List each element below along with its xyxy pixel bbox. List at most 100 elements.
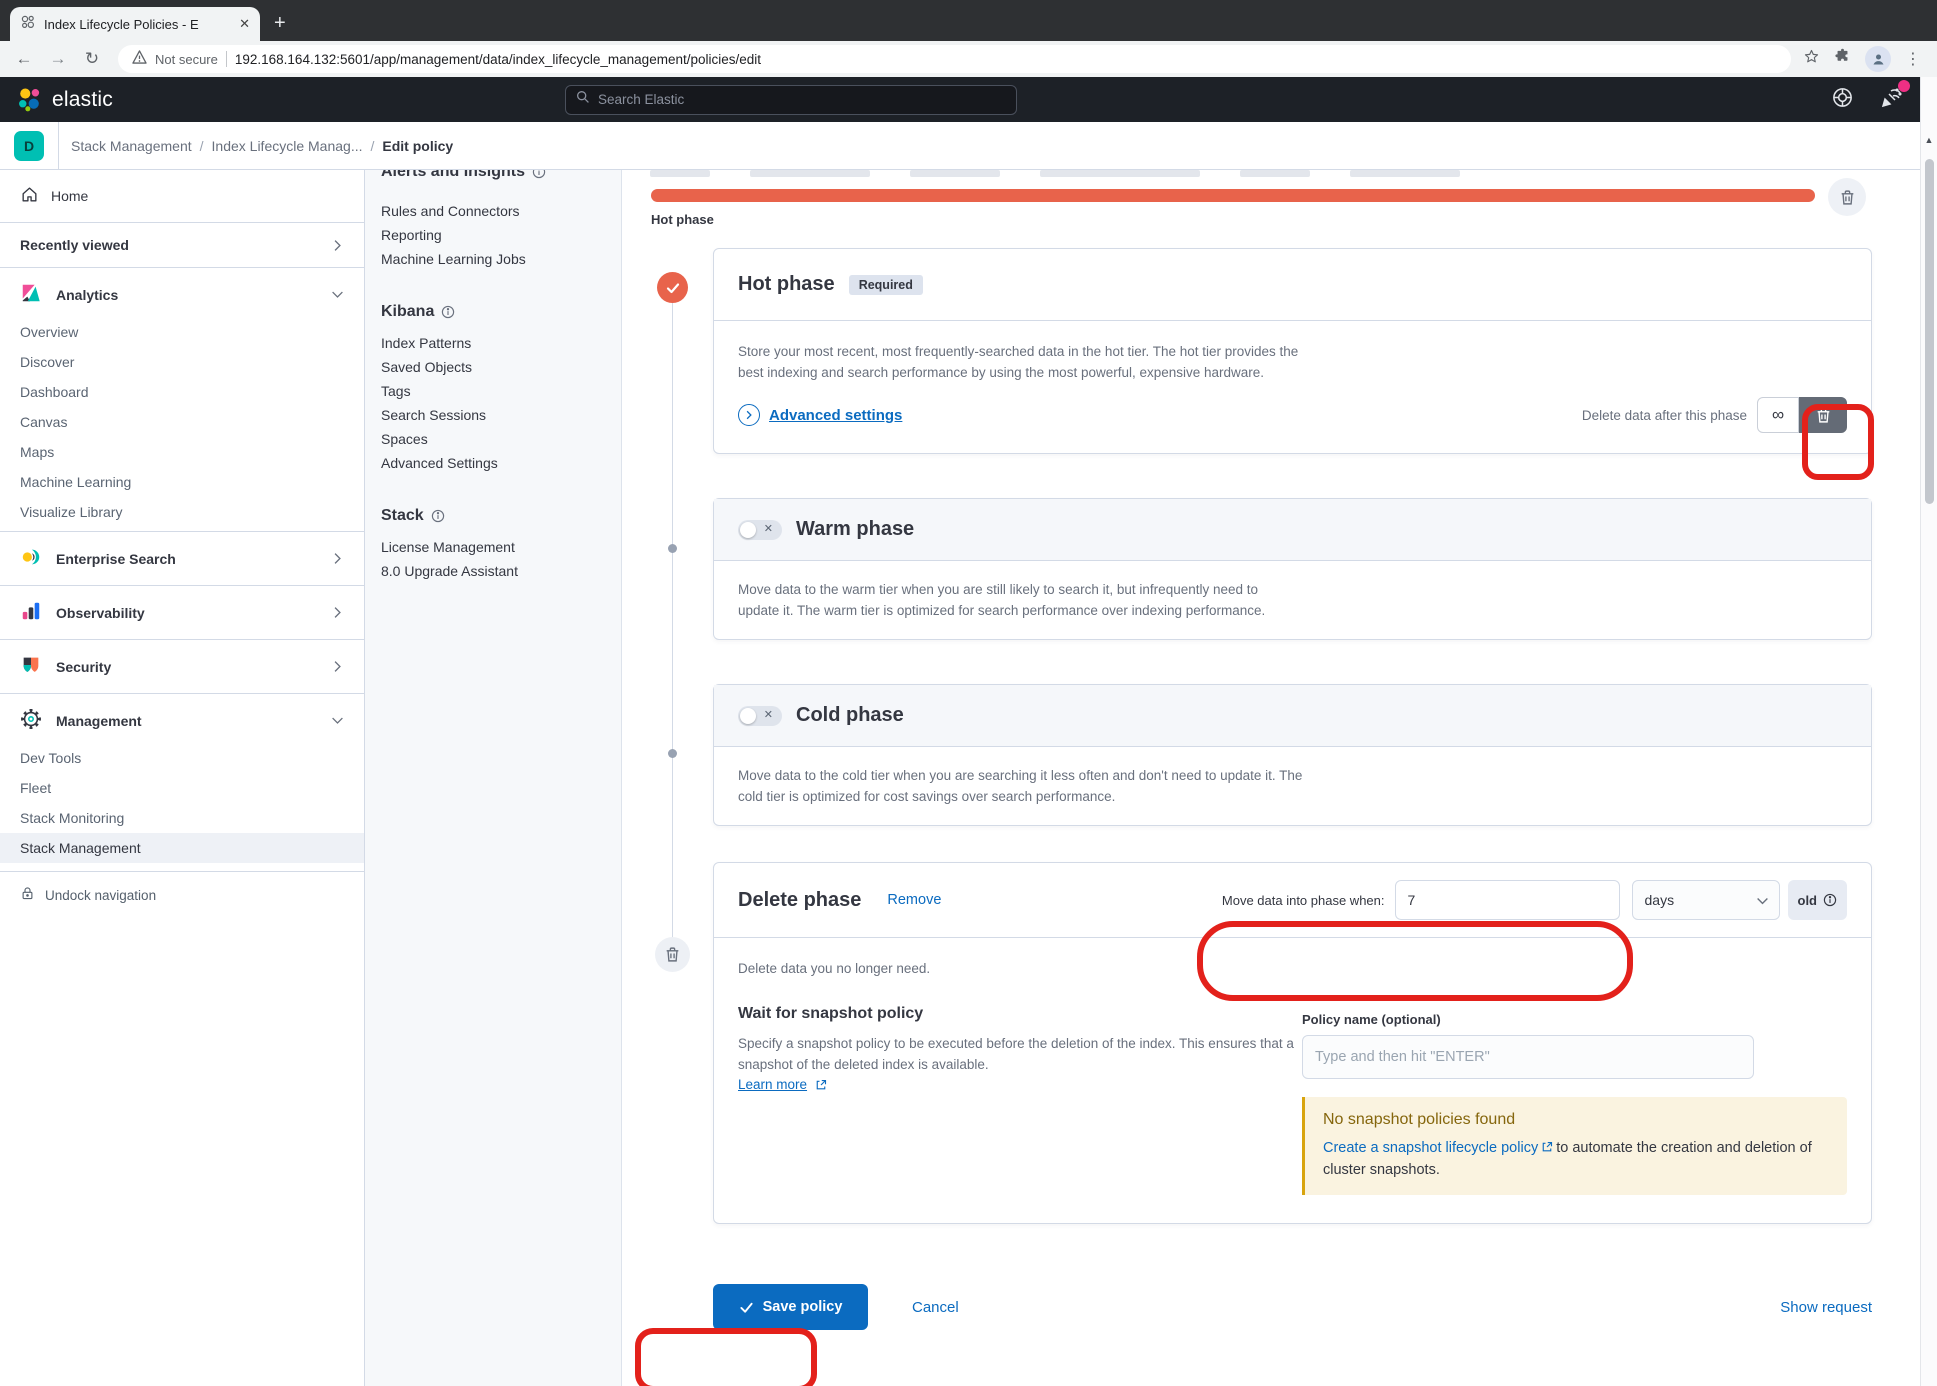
new-tab-button[interactable]: + [274,12,286,35]
undock-navigation[interactable]: Undock navigation [0,872,364,918]
browser-profile-avatar[interactable] [1865,46,1891,72]
hot-phase-check-marker [657,272,688,303]
callout-title: No snapshot policies found [1323,1111,1829,1129]
sidebar-group-analytics[interactable]: Analytics [0,272,364,317]
newsfeed-icon[interactable] [1880,85,1904,114]
scrollbar-thumb[interactable] [1925,159,1934,504]
subnav-item-rules-connectors[interactable]: Rules and Connectors [381,199,621,223]
cold-phase-title: Cold phase [796,704,904,727]
subnav-item-index-patterns[interactable]: Index Patterns [381,331,621,355]
cold-phase-toggle[interactable]: ✕ [738,706,782,726]
sidebar-recently-viewed[interactable]: Recently viewed [0,227,364,263]
warm-phase-toggle[interactable]: ✕ [738,520,782,540]
divider [58,122,59,169]
global-search[interactable] [565,85,1017,115]
snapshot-policy-name-input[interactable] [1302,1035,1754,1079]
forward-icon[interactable]: → [44,49,72,69]
sidebar-group-enterprise-search[interactable]: Enterprise Search [0,536,364,581]
delete-data-trash-button[interactable] [1799,397,1847,433]
sidebar-item-canvas[interactable]: Canvas [0,407,364,437]
subnav-item-license-management[interactable]: License Management [381,535,621,559]
sidebar-group-observability[interactable]: Observability [0,590,364,635]
sidebar-item-discover[interactable]: Discover [0,347,364,377]
learn-more-link[interactable]: Learn more [738,1077,830,1092]
extensions-puzzle-icon[interactable] [1834,48,1851,70]
subnav-item-reporting[interactable]: Reporting [381,223,621,247]
info-icon [441,305,455,319]
url-text: 192.168.164.132:5601/app/management/data… [235,52,761,67]
sidebar-group-management[interactable]: Management [0,698,364,743]
url-divider [226,51,227,67]
clipped-scrolled-content [650,170,1880,177]
sidebar-group-security[interactable]: Security [0,644,364,689]
breadcrumb: Stack Management / Index Lifecycle Manag… [71,138,453,154]
subnav-item-saved-objects[interactable]: Saved Objects [381,355,621,379]
sidebar-navigation: Home Recently viewed Analytic [0,170,365,1386]
not-secure-label: Not secure [155,52,218,67]
sidebar-item-stack-management[interactable]: Stack Management [0,833,364,863]
search-input[interactable] [598,92,1006,107]
sidebar-item-fleet[interactable]: Fleet [0,773,364,803]
reload-icon[interactable]: ↻ [78,49,106,69]
analytics-logo-icon [20,282,42,307]
no-snapshot-policies-callout: No snapshot policies found Create a snap… [1302,1097,1847,1195]
enterprise-search-logo-icon [20,546,42,571]
scrollbar-up-arrow[interactable]: ▲ [1921,135,1937,145]
subnav-item-upgrade-assistant[interactable]: 8.0 Upgrade Assistant [381,559,621,583]
home-icon [20,185,39,207]
tab-title: Index Lifecycle Policies - E [44,17,231,32]
warm-phase-card: ✕ Warm phase Move data to the warm tier … [713,498,1872,640]
bookmark-star-icon[interactable] [1803,48,1820,70]
sidebar-item-home[interactable]: Home [0,174,364,218]
tab-close-icon[interactable]: ✕ [239,16,250,32]
browser-tab[interactable]: Index Lifecycle Policies - E ✕ [10,7,260,41]
sidebar-item-overview[interactable]: Overview [0,317,364,347]
subnav-item-spaces[interactable]: Spaces [381,427,621,451]
hot-phase-card: Hot phase Required Store your most recen… [713,248,1872,454]
breadcrumb-ilm[interactable]: Index Lifecycle Manag... [212,138,363,154]
form-footer: Save policy Cancel Show request [713,1284,1872,1330]
subnav-item-ml-jobs[interactable]: Machine Learning Jobs [381,247,621,271]
sidebar-item-maps[interactable]: Maps [0,437,364,467]
hot-phase-title: Hot phase [738,273,835,296]
breadcrumb-stack-management[interactable]: Stack Management [71,138,192,154]
browser-tab-strip: Index Lifecycle Policies - E ✕ + [0,0,1937,41]
subnav-heading-alerts-insights: Alerts and Insights [381,170,621,183]
help-lifering-icon[interactable] [1831,86,1854,114]
create-snapshot-policy-link[interactable]: Create a snapshot lifecycle policy [1323,1140,1538,1156]
timing-unit-select[interactable]: days [1632,880,1780,920]
cold-phase-marker [668,749,677,758]
sidebar-item-stack-monitoring[interactable]: Stack Monitoring [0,803,364,833]
subnav-item-tags[interactable]: Tags [381,379,621,403]
advanced-settings-link[interactable]: Advanced settings [738,404,902,426]
save-policy-button[interactable]: Save policy [713,1284,868,1330]
page-scrollbar[interactable]: ▲ [1920,77,1937,1386]
old-unit-badge: old [1788,880,1848,920]
delete-phase-card: Delete phase Remove Move data into phase… [713,862,1872,1224]
browser-menu-icon[interactable]: ⋮ [1905,49,1921,69]
chevron-right-icon [331,660,344,673]
chevron-circle-icon [738,404,760,426]
sidebar-item-dev-tools[interactable]: Dev Tools [0,743,364,773]
show-request-link[interactable]: Show request [1780,1299,1872,1316]
back-icon[interactable]: ← [10,49,38,69]
info-icon[interactable] [1823,893,1837,907]
subnav-item-advanced-settings[interactable]: Advanced Settings [381,451,621,475]
address-bar[interactable]: Not secure 192.168.164.132:5601/app/mana… [118,45,1791,73]
timeline-hot-phase-label: Hot phase [651,212,714,227]
info-icon [532,170,546,179]
external-link-icon [815,1079,827,1091]
keep-data-infinity-button[interactable]: ∞ [1757,397,1799,433]
space-avatar[interactable]: D [14,131,44,161]
elastic-logo[interactable]: elastic [16,86,113,113]
cancel-link[interactable]: Cancel [912,1299,959,1316]
phase-timeline-line [672,301,673,956]
remove-delete-phase-link[interactable]: Remove [887,892,941,908]
subnav-item-search-sessions[interactable]: Search Sessions [381,403,621,427]
sidebar-item-machine-learning[interactable]: Machine Learning [0,467,364,497]
sidebar-item-dashboard[interactable]: Dashboard [0,377,364,407]
wait-snapshot-description: Specify a snapshot policy to be executed… [738,1033,1298,1075]
sidebar-item-visualize-library[interactable]: Visualize Library [0,497,364,527]
move-data-timing-input[interactable] [1395,880,1620,920]
chevron-right-icon [331,239,344,252]
